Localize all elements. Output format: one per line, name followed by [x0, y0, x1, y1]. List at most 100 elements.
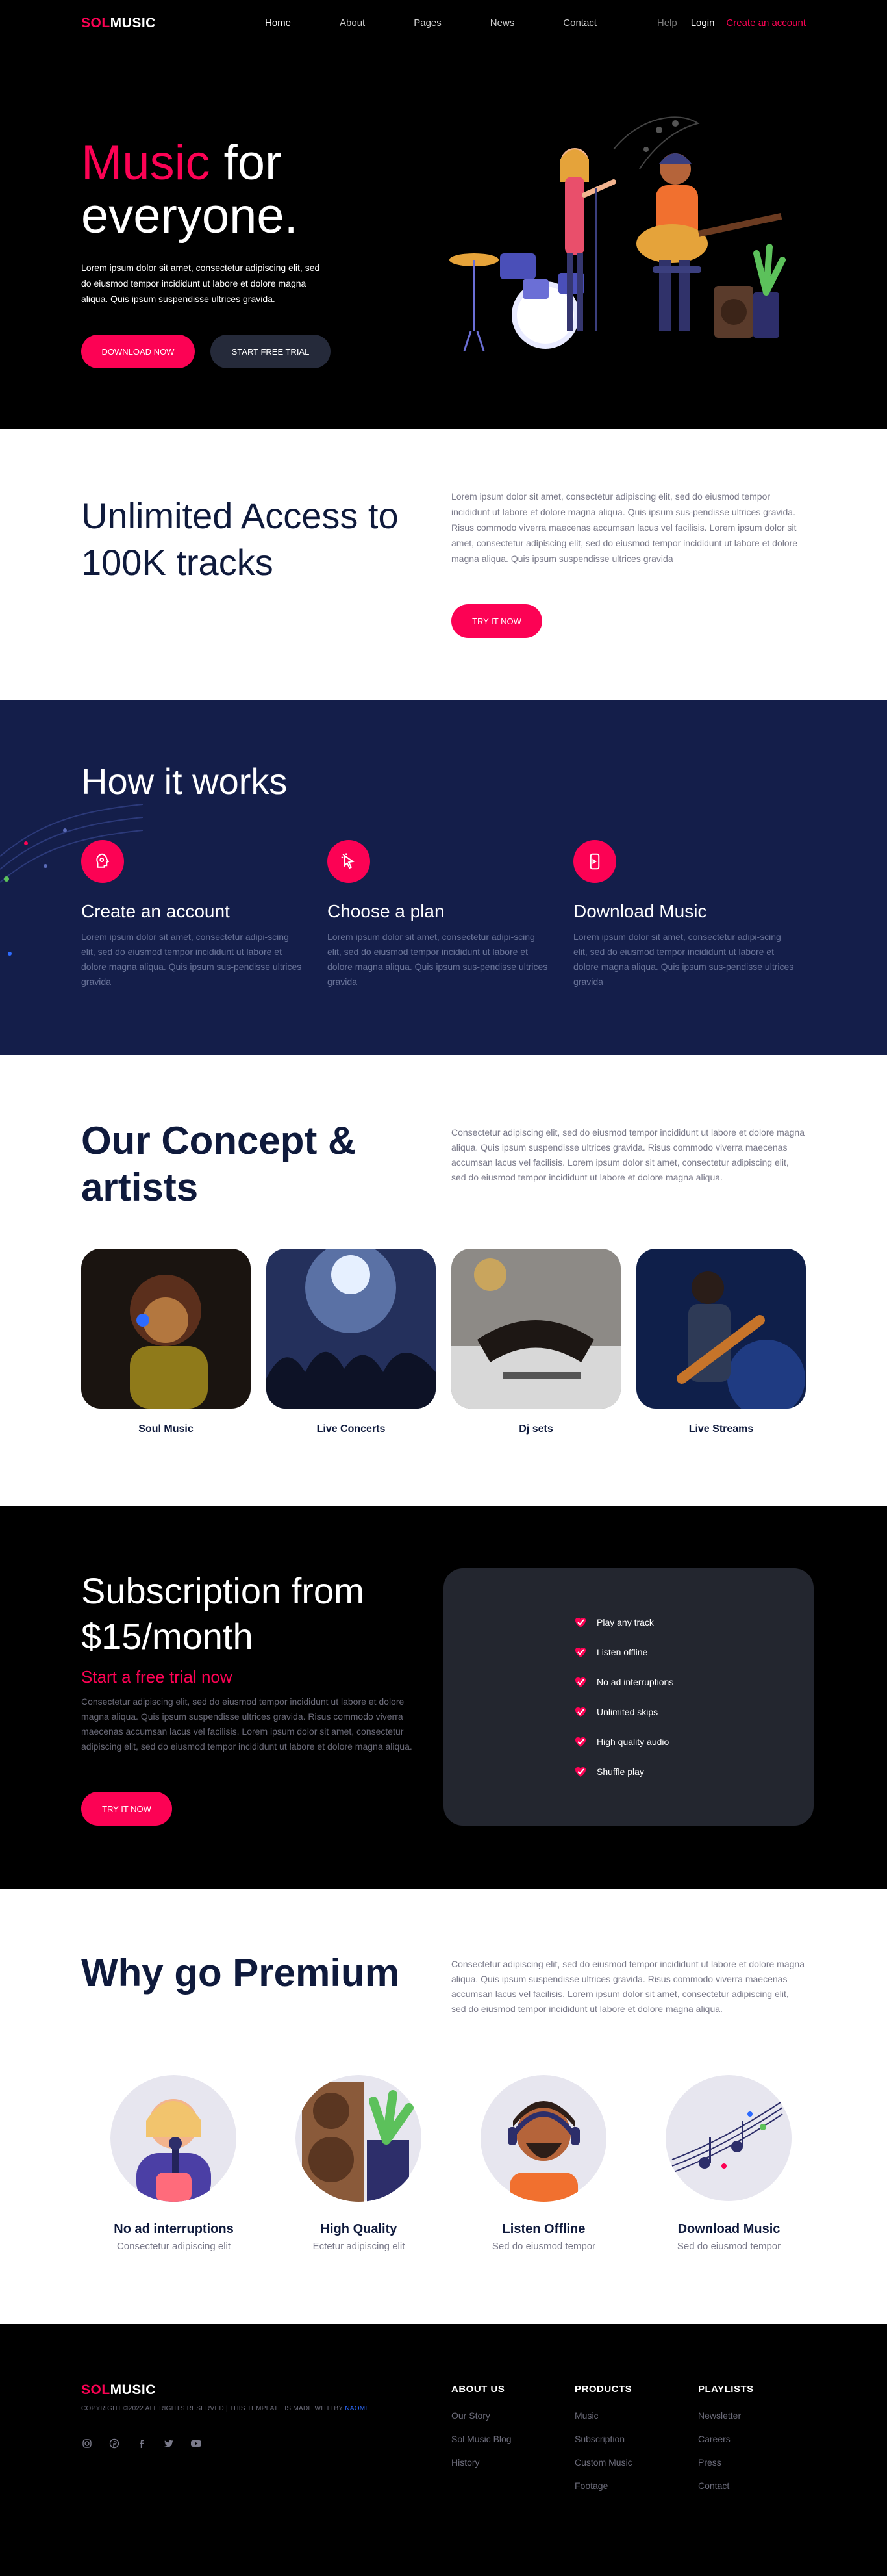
footer-logo[interactable]: SOLMUSIC: [81, 2382, 156, 2398]
premium-item-title: Download Music: [677, 2222, 781, 2236]
twitter-icon[interactable]: [163, 2438, 175, 2449]
auth-links: Help Login Create an account: [657, 18, 806, 29]
hero-text: Lorem ipsum dolor sit amet, consectetur …: [81, 262, 320, 304]
card-label: Live Streams: [688, 1423, 754, 1435]
instagram-icon[interactable]: [81, 2438, 93, 2449]
premium-item-no-ads: No ad interruptions Consectetur adipisci…: [81, 2075, 266, 2252]
download-now-button[interactable]: Download Now: [81, 335, 195, 368]
footer-link[interactable]: Careers: [698, 2434, 821, 2444]
feature-label: High quality audio: [597, 1737, 669, 1747]
start-free-trial-button[interactable]: Start free trial: [210, 335, 331, 368]
feature-label: No ad interruptions: [597, 1677, 674, 1687]
footer-link[interactable]: Press: [698, 2457, 821, 2468]
login-link[interactable]: Login: [684, 18, 727, 29]
footer-link[interactable]: Contact: [698, 2480, 821, 2491]
premium-item-title: No ad interruptions: [114, 2222, 234, 2236]
check-icon: [575, 1648, 586, 1657]
access-section: Unlimited Access to 100K tracks Lorem ip…: [0, 429, 887, 700]
nav-home[interactable]: Home: [265, 18, 291, 29]
card-dj-sets[interactable]: Dj sets: [451, 1249, 621, 1435]
footer-link[interactable]: History: [451, 2457, 575, 2468]
artist-cards: Soul Music Live Concerts Dj sets Live St…: [81, 1242, 806, 1435]
access-title: Unlimited Access to 100K tracks: [81, 495, 399, 583]
premium-item-sub: Ectetur adipiscing elit: [312, 2241, 405, 2252]
soul-music-image: [81, 1249, 251, 1409]
hero-title-accent: Music: [81, 135, 210, 190]
footer-col-title: PLAYLISTS: [698, 2384, 754, 2395]
footer-link[interactable]: Our Story: [451, 2410, 575, 2421]
step-title: Download Music: [573, 901, 707, 921]
facebook-icon[interactable]: [136, 2438, 147, 2449]
hero-title-part: for: [210, 135, 282, 190]
features-panel: Play any track Listen offline No ad inte…: [443, 1568, 814, 1826]
copyright-text: COPYRIGHT ©2022 ALL RIGHTS RESERVED | TH…: [81, 2405, 344, 2412]
subscription-text: Consectetur adipiscing elit, sed do eius…: [81, 1696, 412, 1752]
feature-item: No ad interruptions: [573, 1667, 673, 1697]
social-links: [81, 2438, 202, 2449]
card-live-streams[interactable]: Live Streams: [636, 1249, 806, 1435]
premium-text: Consectetur adipiscing elit, sed do eius…: [451, 1959, 805, 2014]
check-icon: [575, 1618, 586, 1627]
footer-link[interactable]: Footage: [575, 2480, 698, 2491]
site-footer: SOLMUSIC COPYRIGHT ©2022 ALL RIGHTS RESE…: [0, 2324, 887, 2576]
step-download-music: Download Music Lorem ipsum dolor sit ame…: [573, 840, 819, 989]
nav-contact[interactable]: Contact: [563, 18, 597, 29]
subscription-try-button[interactable]: Try it now: [81, 1792, 172, 1826]
footer-link[interactable]: Music: [575, 2410, 698, 2421]
copyright: COPYRIGHT ©2022 ALL RIGHTS RESERVED | TH…: [81, 2405, 368, 2412]
premium-title: Why go Premium: [81, 1951, 400, 1995]
feature-item: Unlimited skips: [573, 1697, 673, 1727]
feature-item: Shuffle play: [573, 1757, 673, 1787]
check-icon: [575, 1737, 586, 1747]
footer-link[interactable]: Sol Music Blog: [451, 2434, 575, 2444]
step-choose-plan: Choose a plan Lorem ipsum dolor sit amet…: [327, 840, 573, 989]
footer-col-about: ABOUT US Our Story Sol Music Blog Histor…: [451, 2384, 575, 2504]
premium-item-sub: Sed do eiusmod tempor: [492, 2241, 596, 2252]
hero-illustration: [449, 116, 786, 351]
feature-label: Unlimited skips: [597, 1707, 658, 1717]
hero-title-part-2: everyone.: [81, 188, 298, 244]
footer-link[interactable]: Subscription: [575, 2434, 698, 2444]
access-text: Lorem ipsum dolor sit amet, consectetur …: [451, 491, 798, 564]
subscription-title: Subscription from $15/month: [81, 1570, 364, 1657]
feature-label: Listen offline: [597, 1647, 648, 1657]
nav-news[interactable]: News: [490, 18, 515, 29]
logo[interactable]: SOLMUSIC: [81, 16, 156, 31]
youtube-icon[interactable]: [190, 2438, 202, 2449]
logo-part-sol: SOL: [81, 16, 110, 31]
card-live-concerts[interactable]: Live Concerts: [266, 1242, 436, 1435]
main-menu: Home About Pages News Contact: [265, 18, 597, 29]
create-account-link[interactable]: Create an account: [726, 18, 806, 29]
premium-item-title: High Quality: [320, 2222, 397, 2236]
live-concerts-image: [266, 1242, 436, 1409]
premium-item-sub: Sed do eiusmod tempor: [677, 2241, 781, 2252]
footer-link[interactable]: Newsletter: [698, 2410, 821, 2421]
premium-item-high-quality: High Quality Ectetur adipiscing elit: [266, 2075, 451, 2252]
nav-about[interactable]: About: [340, 18, 365, 29]
subscription-section: Subscription from $15/month Start a free…: [0, 1506, 887, 1889]
step-text: Lorem ipsum dolor sit amet, consectetur …: [81, 932, 302, 987]
dj-sets-image: [451, 1249, 621, 1409]
hero-title: Music for everyone.: [81, 136, 298, 243]
card-label: Live Concerts: [316, 1423, 386, 1435]
card-soul-music[interactable]: Soul Music: [81, 1249, 251, 1435]
footer-columns: ABOUT US Our Story Sol Music Blog Histor…: [451, 2384, 821, 2504]
singer-illustration: [110, 2075, 236, 2205]
footer-link[interactable]: Custom Music: [575, 2457, 698, 2468]
hero-section: SOLMUSIC Home About Pages News Contact H…: [0, 0, 887, 429]
premium-item-title: Listen Offline: [502, 2222, 586, 2236]
premium-section: Why go Premium Consectetur adipiscing el…: [0, 1889, 887, 2324]
premium-item-listen-offline: Listen Offline Sed do eiusmod tempor: [451, 2075, 636, 2252]
premium-item-sub: Consectetur adipiscing elit: [116, 2241, 231, 2252]
phone-icon: [573, 840, 616, 883]
steps-list: Create an account Lorem ipsum dolor sit …: [81, 840, 819, 989]
author-link[interactable]: NAOMI: [345, 2405, 367, 2412]
feature-item: High quality audio: [573, 1727, 673, 1757]
help-link[interactable]: Help: [657, 18, 684, 29]
try-it-now-button[interactable]: Try it now: [451, 604, 542, 638]
feature-label: Play any track: [597, 1617, 654, 1627]
check-icon: [575, 1767, 586, 1777]
pinterest-icon[interactable]: [108, 2438, 120, 2449]
nav-pages[interactable]: Pages: [414, 18, 442, 29]
step-create-account: Create an account Lorem ipsum dolor sit …: [81, 840, 327, 989]
